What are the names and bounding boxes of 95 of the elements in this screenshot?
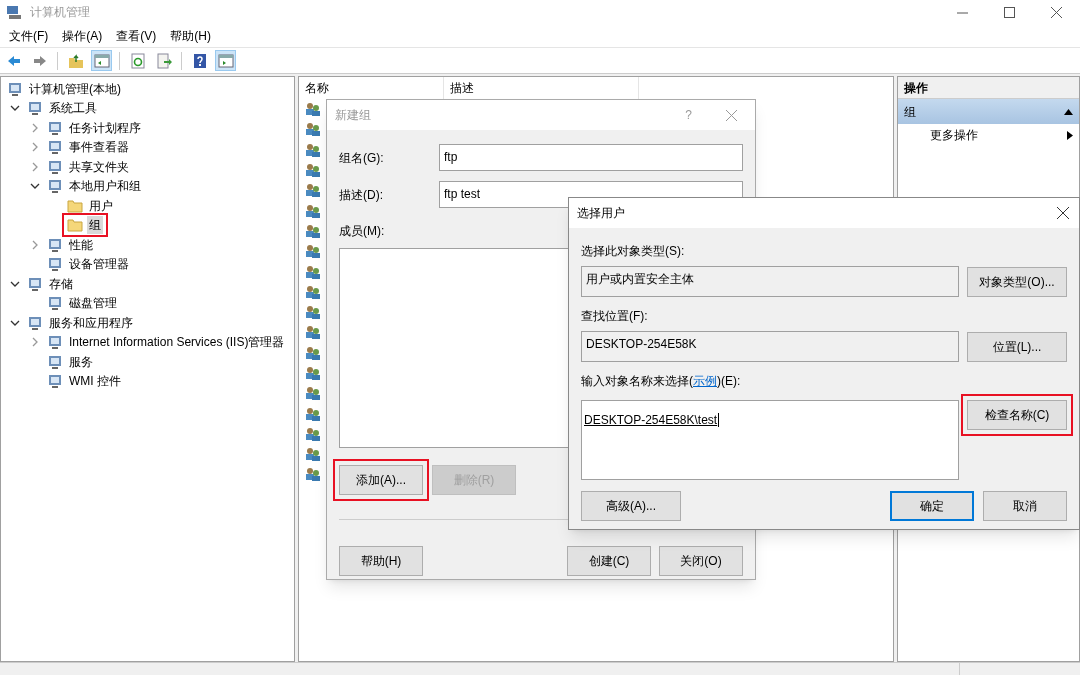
example-link[interactable]: 示例 — [693, 372, 717, 390]
users-icon — [305, 446, 321, 463]
users-icon — [305, 243, 321, 260]
node-icon — [47, 353, 63, 370]
dialog-button[interactable]: 取消 — [983, 491, 1067, 521]
refresh-icon — [129, 52, 146, 69]
tree-item[interactable]: 共享文件夹 — [67, 157, 131, 176]
help-icon — [191, 52, 208, 69]
tree-item[interactable]: 任务计划程序 — [67, 118, 143, 137]
menu-item[interactable]: 帮助(H) — [170, 26, 211, 45]
up-folder-icon — [67, 52, 84, 69]
window-title: 计算机管理 — [30, 4, 90, 21]
node-icon — [27, 314, 43, 331]
node-icon — [47, 158, 63, 175]
users-icon — [305, 182, 321, 199]
users-icon — [305, 101, 321, 118]
node-icon — [7, 80, 23, 97]
action-section[interactable]: 组 — [898, 99, 1079, 124]
pane-icon — [217, 52, 234, 69]
tree-item[interactable]: Internet Information Services (IIS)管理器 — [67, 333, 287, 352]
users-icon — [305, 304, 321, 321]
dialog-button[interactable]: 对象类型(O)... — [967, 266, 1067, 297]
pane-header: 操作 — [898, 77, 1079, 99]
users-icon — [305, 365, 321, 381]
menu-item[interactable]: 文件(F) — [9, 26, 49, 45]
dialog-button[interactable]: 添加(A)... — [339, 465, 423, 495]
tree-item[interactable]: 计算机管理(本地) — [27, 79, 123, 98]
tree-item[interactable]: 事件查看器 — [67, 138, 131, 157]
node-icon — [47, 334, 63, 351]
field-label: 描述(D): — [339, 186, 384, 204]
text-field[interactable]: ftp — [439, 144, 743, 171]
node-icon — [47, 178, 63, 195]
maximize-icon[interactable] — [1004, 6, 1015, 18]
users-icon — [305, 405, 321, 422]
action-link[interactable]: 更多操作 — [930, 126, 978, 144]
node-icon — [47, 295, 63, 312]
pane-icon — [93, 52, 110, 69]
readonly-field: 用户或内置安全主体 — [581, 266, 959, 297]
dialog-button[interactable]: 位置(L)... — [967, 331, 1067, 362]
tree-item[interactable]: 存储 — [47, 274, 75, 293]
node-icon — [47, 236, 63, 253]
tree-item[interactable]: 磁盘管理 — [67, 294, 119, 313]
node-icon — [27, 275, 43, 292]
field-label: 输入对象名称来选择( — [581, 373, 693, 390]
dialog-button[interactable]: 高级(A)... — [581, 491, 681, 521]
menu-item[interactable]: 操作(A) — [62, 26, 103, 45]
dialog-button[interactable]: 创建(C) — [567, 546, 651, 576]
dialog-title: 选择用户 — [577, 205, 625, 222]
field-label: 组名(G): — [339, 149, 385, 167]
field-label: 选择此对象类型(S): — [581, 243, 686, 260]
users-icon — [305, 141, 321, 158]
tree-item[interactable]: 服务 — [67, 352, 95, 371]
node-icon — [47, 139, 63, 156]
users-icon — [305, 385, 321, 402]
tree-item[interactable]: 性能 — [67, 235, 95, 254]
menu-item[interactable]: 查看(V) — [116, 26, 157, 45]
users-icon — [305, 324, 321, 341]
tree-item[interactable]: 系统工具 — [47, 99, 99, 118]
users-icon — [305, 202, 321, 219]
users-icon — [305, 283, 321, 300]
tree-item[interactable]: 服务和应用程序 — [47, 313, 135, 332]
field-label: 查找位置(F): — [581, 308, 649, 325]
computer-icon — [6, 4, 22, 20]
dialog-button[interactable]: 帮助(H) — [339, 546, 423, 576]
tree-item[interactable]: WMI 控件 — [67, 372, 123, 391]
users-icon — [305, 425, 321, 442]
field-label: )(E): — [717, 373, 741, 390]
close-icon[interactable] — [1057, 207, 1069, 219]
folder-icon — [67, 218, 83, 233]
node-icon — [27, 100, 43, 117]
names-input[interactable]: DESKTOP-254E58K\test — [581, 400, 959, 480]
export-icon — [155, 52, 172, 69]
dialog-button[interactable]: 关闭(O) — [659, 546, 743, 576]
users-icon — [305, 121, 321, 138]
tree-item[interactable]: 组 — [87, 216, 103, 235]
tree-item[interactable]: 设备管理器 — [67, 255, 131, 274]
collapse-icon — [1064, 108, 1073, 115]
dialog-button[interactable]: 确定 — [890, 491, 974, 521]
submenu-arrow-icon — [1067, 130, 1073, 140]
readonly-field: DESKTOP-254E58K — [581, 331, 959, 362]
dialog-title: 新建组 — [335, 107, 371, 124]
field-label: 成员(M): — [339, 223, 386, 240]
users-icon — [305, 222, 321, 239]
node-icon — [47, 119, 63, 136]
users-icon — [305, 466, 321, 483]
node-icon — [47, 256, 63, 273]
users-icon — [305, 263, 321, 280]
dialog-button[interactable]: 检查名称(C) — [967, 400, 1067, 430]
users-icon — [305, 344, 321, 361]
close-icon[interactable] — [1051, 6, 1062, 18]
tree-item[interactable]: 用户 — [87, 196, 115, 215]
folder-icon — [67, 198, 83, 213]
node-icon — [47, 373, 63, 390]
tree-item[interactable]: 本地用户和组 — [67, 177, 143, 196]
users-icon — [305, 162, 321, 179]
